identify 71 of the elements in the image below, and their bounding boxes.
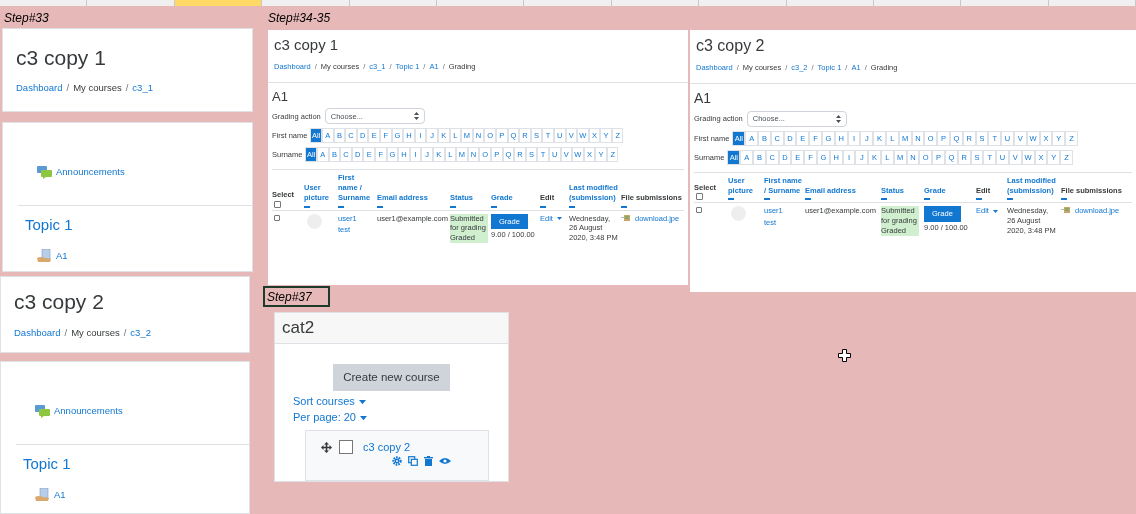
breadcrumb-link[interactable]: Dashboard xyxy=(16,81,63,96)
course-title: c3 copy 2 xyxy=(14,289,105,316)
per-page-dropdown[interactable]: Per page: 20 xyxy=(293,409,367,426)
trash-icon[interactable] xyxy=(424,456,433,467)
breadcrumb-separator: / xyxy=(66,81,70,95)
course-title: c3 copy 1 xyxy=(16,44,107,71)
announcements-link[interactable]: Announcements xyxy=(54,404,123,419)
collapse-icon[interactable] xyxy=(338,205,344,208)
collapse-icon[interactable] xyxy=(377,205,383,208)
select-arrows-icon xyxy=(413,112,419,121)
collapse-icon[interactable] xyxy=(1007,198,1013,201)
image-file-icon xyxy=(621,213,631,222)
collapse-icon[interactable] xyxy=(1061,198,1067,201)
collapse-icon[interactable] xyxy=(569,205,575,208)
step-label: Step#34-35 xyxy=(267,10,332,27)
section-title[interactable]: Topic 1 xyxy=(23,453,249,476)
collapse-icon[interactable] xyxy=(491,205,497,208)
step-label: Step#37 xyxy=(263,286,330,307)
column-header-cell[interactable] xyxy=(174,0,263,6)
collapse-icon[interactable] xyxy=(728,198,734,201)
collapse-icon[interactable] xyxy=(924,198,930,201)
eye-icon[interactable] xyxy=(439,457,451,466)
collapse-icon[interactable] xyxy=(976,198,982,201)
breadcrumb-link[interactable]: Dashboard xyxy=(14,325,61,340)
collapse-icon[interactable] xyxy=(881,198,887,201)
copy-icon[interactable] xyxy=(408,456,418,467)
move-icon[interactable] xyxy=(321,441,332,453)
assignment-icon xyxy=(35,487,51,502)
category-title: cat2 xyxy=(282,318,315,337)
select-all-checkbox[interactable] xyxy=(274,200,281,208)
breadcrumb-link[interactable]: c3_2 xyxy=(130,325,151,340)
collapse-icon[interactable] xyxy=(621,205,627,208)
breadcrumb-separator: / xyxy=(123,325,127,340)
course-list-item[interactable]: c3 copy 2 xyxy=(305,429,489,481)
row-checkbox[interactable] xyxy=(274,214,280,221)
course-checkbox[interactable] xyxy=(339,440,353,454)
caret-icon xyxy=(992,209,998,213)
breadcrumb-separator: / xyxy=(64,325,68,340)
row-checkbox[interactable] xyxy=(696,207,702,214)
section-title[interactable]: Topic 1 xyxy=(25,214,252,237)
breadcrumb-item: My courses xyxy=(73,81,122,95)
select-arrows-icon xyxy=(835,114,841,123)
caret-icon xyxy=(360,416,367,421)
create-course-button[interactable]: Create new course xyxy=(333,363,450,391)
step-label: Step#33 xyxy=(3,10,50,27)
select-all-checkbox[interactable] xyxy=(696,193,703,201)
breadcrumb-item: My courses xyxy=(71,325,120,340)
collapse-icon[interactable] xyxy=(805,198,811,201)
collapse-icon[interactable] xyxy=(450,205,456,208)
activity-link[interactable]: A1 xyxy=(54,487,66,502)
assignment-heading: A1 xyxy=(272,89,289,106)
breadcrumb-link[interactable]: c3_1 xyxy=(132,81,153,96)
announcements-link[interactable]: Announcements xyxy=(56,165,125,180)
caret-icon xyxy=(358,399,366,404)
course-title: c3 copy 2 xyxy=(696,36,766,56)
activity-link[interactable]: A1 xyxy=(56,248,68,263)
chat-bubbles-icon xyxy=(37,165,52,179)
assignment-heading: A1 xyxy=(694,90,713,108)
caret-icon xyxy=(556,217,562,220)
sort-courses-dropdown[interactable]: Sort courses xyxy=(293,392,366,410)
collapse-icon[interactable] xyxy=(540,205,546,208)
image-file-icon xyxy=(1061,206,1071,215)
crosshair-cursor-icon xyxy=(838,349,851,362)
assignment-icon xyxy=(37,248,53,263)
settings-icon[interactable] xyxy=(392,456,402,467)
chat-bubbles-icon xyxy=(35,404,50,418)
collapse-icon[interactable] xyxy=(304,205,310,208)
course-link[interactable]: c3 copy 2 xyxy=(363,438,411,456)
collapse-icon[interactable] xyxy=(764,198,770,201)
breadcrumb-separator: / xyxy=(125,81,129,95)
course-title: c3 copy 1 xyxy=(274,36,340,55)
